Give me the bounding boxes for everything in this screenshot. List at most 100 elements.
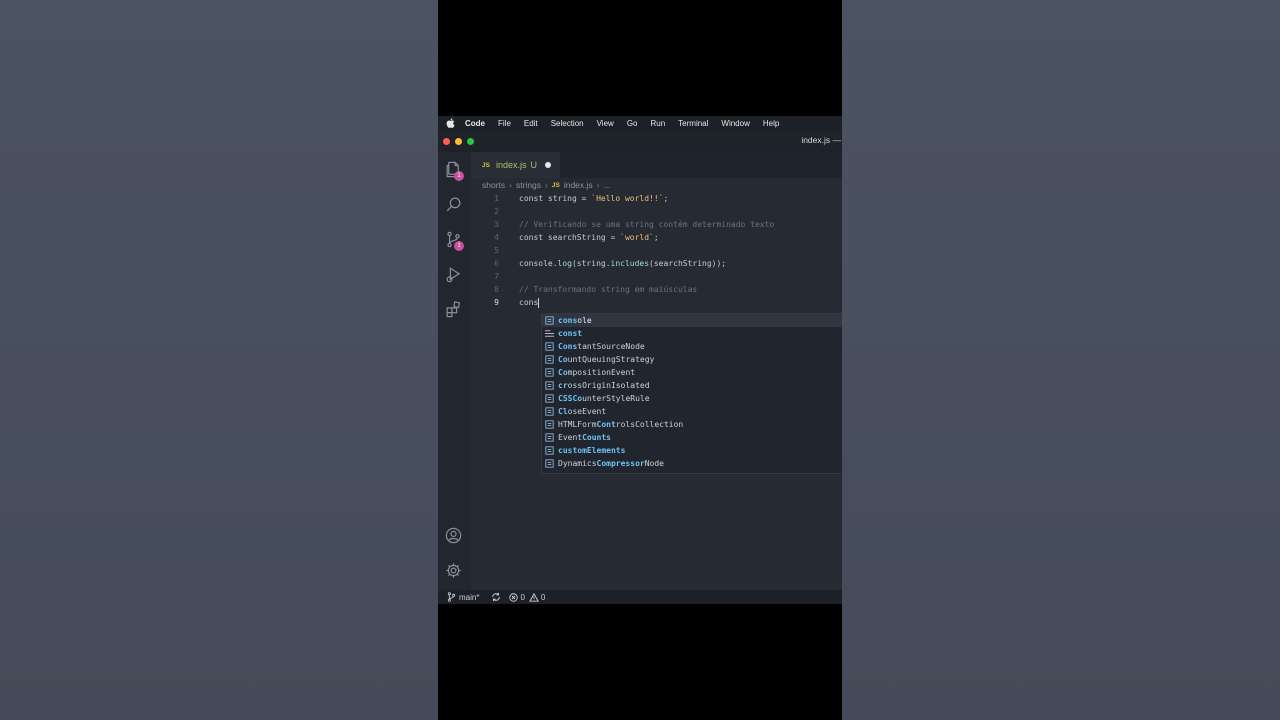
suggestion-match: Cl [558, 407, 568, 416]
tab-git-status: U [530, 160, 537, 170]
variable-icon [545, 433, 554, 442]
function-token: includes [610, 259, 650, 268]
suggestion-match: Compressor [596, 459, 645, 468]
suggestion-item[interactable]: CloseEvent [542, 405, 842, 418]
suggestion-match: cr [558, 381, 568, 390]
line-number: 5 [494, 246, 499, 255]
menu-window[interactable]: Window [721, 119, 749, 128]
typed-token: cons [519, 298, 539, 307]
suggestion-item[interactable]: HTMLFormControlsCollection [542, 418, 842, 431]
unsaved-dot-icon[interactable] [544, 162, 551, 168]
variable-icon [545, 420, 554, 429]
sync-button[interactable] [491, 592, 501, 602]
code-line[interactable]: 4 const searchString = `world`; [471, 231, 842, 244]
chevron-right-icon: › [545, 180, 548, 190]
comment-token: // Transformando string em maiúsculas [519, 285, 698, 294]
line-number: 6 [494, 259, 499, 268]
title-bar: index.js — [438, 130, 842, 152]
js-file-icon: JS [551, 181, 560, 189]
suggestion-prefix: HTMLForm [558, 420, 597, 429]
tab-index-js[interactable]: JS index.js U [471, 152, 560, 178]
macos-menubar: Code File Edit Selection View Go Run Ter… [438, 116, 842, 130]
menu-terminal[interactable]: Terminal [678, 119, 708, 128]
suggestion-item[interactable]: console [542, 314, 842, 327]
suggestion-item[interactable]: CountQueuingStrategy [542, 353, 842, 366]
suggestion-rest: ossOriginIsolated [567, 381, 650, 390]
window-title: index.js — [801, 135, 841, 145]
suggestion-rest: unterStyleRule [582, 394, 650, 403]
autocomplete-suggestions: console const ConstantSourceNode CountQu… [541, 313, 842, 474]
menu-run[interactable]: Run [650, 119, 665, 128]
suggestion-item[interactable]: CompositionEvent [542, 366, 842, 379]
suggestion-match: customElements [558, 446, 626, 455]
extensions-icon[interactable] [444, 300, 463, 319]
git-branch-icon [447, 592, 456, 602]
settings-gear-icon[interactable] [444, 561, 463, 580]
accounts-icon[interactable] [444, 526, 463, 545]
menu-edit[interactable]: Edit [524, 119, 538, 128]
menu-help[interactable]: Help [763, 119, 779, 128]
code-line-active[interactable]: 9 cons [471, 296, 842, 309]
variable-icon [545, 394, 554, 403]
error-icon [509, 592, 519, 602]
vscode-window: index.js — 1 1 JS index.js U shorts › st… [438, 130, 842, 604]
branch-status[interactable]: main* [447, 592, 479, 602]
suggestion-rest: tantSourceNode [577, 342, 645, 351]
text-cursor [538, 297, 540, 308]
breadcrumb-folder-strings[interactable]: strings [516, 180, 541, 190]
code-line[interactable]: 3 // Verificando se uma string contém de… [471, 218, 842, 231]
suggestion-item[interactable]: ConstantSourceNode [542, 340, 842, 353]
code-token: const string = [519, 194, 592, 203]
breadcrumb-folder-shorts[interactable]: shorts [482, 180, 505, 190]
line-number: 2 [494, 207, 499, 216]
suggestion-match: Cont [596, 420, 616, 429]
chevron-right-icon: › [509, 180, 512, 190]
suggestion-prefix: Event [558, 433, 583, 442]
zoom-window-button[interactable] [467, 138, 474, 145]
variable-icon [545, 355, 554, 364]
menu-selection[interactable]: Selection [551, 119, 584, 128]
suggestion-rest: oseEvent [567, 407, 607, 416]
suggestion-item[interactable]: customElements [542, 444, 842, 457]
code-line[interactable]: 1 const string = `Hello world!!`; [471, 192, 842, 205]
suggestion-item[interactable]: EventCounts [542, 431, 842, 444]
status-bar: main* 0 0 [438, 590, 842, 604]
background-left [0, 0, 438, 720]
suggestion-match: cons [558, 316, 578, 325]
code-line[interactable]: 8 // Transformando string em maiúsculas [471, 283, 842, 296]
code-line[interactable]: 6 console.log(string.includes(searchStri… [471, 257, 842, 270]
keyword-icon [544, 330, 555, 337]
suggestion-rest: rolsCollection [615, 420, 684, 429]
menu-file[interactable]: File [498, 119, 511, 128]
menu-app-code[interactable]: Code [465, 119, 485, 128]
code-line[interactable]: 7 [471, 270, 842, 283]
suggestion-rest: mpositionEvent [567, 368, 636, 377]
code-line[interactable]: 2 [471, 205, 842, 218]
suggestion-item[interactable]: DynamicsCompressorNode [542, 457, 842, 470]
suggestion-match: Cons [558, 342, 578, 351]
minimize-window-button[interactable] [455, 138, 462, 145]
suggestion-item[interactable]: CSSCounterStyleRule [542, 392, 842, 405]
editor-tab-bar: JS index.js U [471, 152, 842, 178]
suggestion-match: Co [558, 355, 568, 364]
suggestion-item[interactable]: const [542, 327, 842, 340]
menu-go[interactable]: Go [627, 119, 638, 128]
breadcrumb: shorts › strings › JS index.js › ... [482, 180, 611, 190]
code-line[interactable]: 5 [471, 244, 842, 257]
variable-icon [545, 342, 554, 351]
problems-status[interactable]: 0 0 [509, 592, 545, 602]
breadcrumb-more[interactable]: ... [604, 180, 611, 190]
menu-view[interactable]: View [597, 119, 614, 128]
line-number: 9 [494, 298, 499, 307]
suggestion-prefix: Dynamics [558, 459, 597, 468]
close-window-button[interactable] [443, 138, 450, 145]
suggestion-match: const [558, 329, 583, 338]
suggestion-item[interactable]: crossOriginIsolated [542, 379, 842, 392]
code-token: const searchString = [519, 233, 621, 242]
search-icon[interactable] [444, 195, 463, 214]
apple-icon[interactable] [445, 117, 457, 129]
suggestion-match: Co [558, 368, 568, 377]
run-debug-icon[interactable] [444, 265, 463, 284]
code-token: ; [663, 194, 669, 203]
breadcrumb-file[interactable]: index.js [564, 180, 593, 190]
